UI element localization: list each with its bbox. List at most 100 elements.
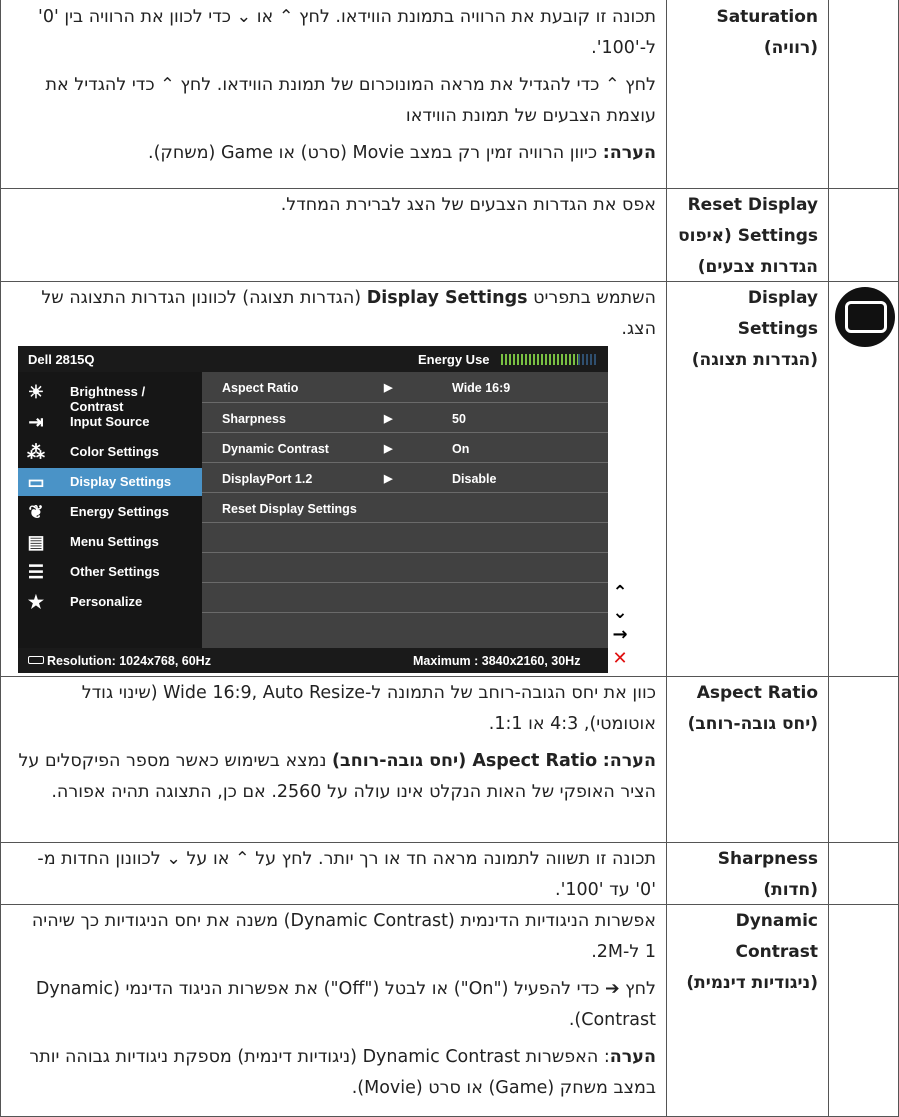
note-label: הערה: — [602, 751, 656, 771]
osd-menu-item[interactable]: ☰ Other Settings — [18, 558, 202, 586]
osd-option-row[interactable]: Dynamic Contrast ▶ On — [202, 432, 608, 463]
star-icon: ★ — [27, 592, 45, 612]
settings-table: Saturation (רוויה) תכונה זו קובעת את הרו… — [0, 0, 899, 1117]
osd-menu-item-label: Other Settings — [70, 564, 160, 579]
row-divider — [0, 842, 899, 843]
note-label: הערה: — [602, 143, 656, 163]
osd-option-value: On — [452, 442, 470, 456]
paragraph: לחץ ⌃ כדי להגדיל את מראה המונוכרום של תמ… — [45, 75, 656, 126]
intro-bold: Display Settings — [366, 288, 528, 308]
osd-menu-screenshot: Dell 2815Q Energy Use ☀ Brightness / Cont… — [18, 346, 608, 673]
osd-option-row[interactable]: Aspect Ratio ▶ Wide 16:9 — [202, 372, 608, 402]
paragraph: תכונה זו תשווה לתמונה מראה חד או רך יותר… — [37, 849, 656, 900]
submenu-arrow-icon: ▶ — [384, 413, 393, 425]
submenu-arrow-icon: ▶ — [384, 443, 393, 455]
row-divider — [0, 188, 899, 189]
setting-name-aspect-ratio: Aspect Ratio (יחס גובה-רוחב) — [668, 678, 826, 740]
paragraph: אפשרות הניגודיות הדינמית (Dynamic Contra… — [31, 911, 656, 962]
sliders-icon: ☰ — [27, 562, 45, 582]
nav-enter-icon[interactable]: → — [611, 625, 629, 645]
osd-menu-item-label: Menu Settings — [70, 534, 159, 549]
osd-option-value: 50 — [452, 412, 466, 426]
osd-option-row — [202, 552, 608, 583]
osd-menu-item[interactable]: ❦ Energy Settings — [18, 498, 202, 526]
osd-menu-item[interactable]: ★ Personalize — [18, 588, 202, 616]
osd-option-label: Dynamic Contrast — [222, 442, 329, 456]
osd-option-value: Disable — [452, 472, 497, 486]
nav-exit-icon[interactable]: ✕ — [611, 649, 629, 669]
note-bold: Aspect Ratio (יחס גובה-רוחב) — [332, 751, 598, 771]
setting-name-en: Saturation — [716, 7, 818, 27]
osd-menu-item[interactable]: ▤ Menu Settings — [18, 528, 202, 556]
note: הערה: כיוון הרוויה זמין רק במצב Movie (ס… — [18, 138, 656, 169]
osd-option-row — [202, 582, 608, 613]
osd-header: Dell 2815Q Energy Use — [18, 346, 608, 372]
setting-name-en: Reset Display — [687, 195, 818, 215]
osd-option-row[interactable]: DisplayPort 1.2 ▶ Disable — [202, 462, 608, 493]
setting-desc-sharpness: תכונה זו תשווה לתמונה מראה חד או רך יותר… — [2, 844, 664, 912]
osd-option-row[interactable]: Reset Display Settings — [202, 492, 608, 523]
paragraph: אפס את הגדרות הצבעים של הצג לברירת המחדל… — [280, 195, 656, 215]
menu-doc-icon: ▤ — [27, 532, 45, 552]
osd-submenu: Aspect Ratio ▶ Wide 16:9 Sharpness ▶ 50 Dynami… — [202, 372, 608, 648]
osd-menu-item[interactable]: ▭ Display Settings — [18, 468, 202, 496]
osd-model-name: Dell 2815Q — [28, 352, 95, 367]
nav-up-icon[interactable]: ⌃ — [611, 583, 629, 603]
connector-icon — [28, 656, 44, 664]
setting-name-en: Display Settings — [737, 288, 818, 339]
input-source-icon: ⇥ — [28, 412, 44, 432]
setting-name-he: (חדות) — [763, 880, 818, 900]
note-text: כיוון הרוויה זמין רק במצב Movie (סרט) או… — [148, 143, 598, 163]
setting-name-he: Settings (איפוס הגדרות צבעים) — [678, 226, 818, 277]
osd-resolution: Resolution: 1024x768, 60Hz — [28, 654, 211, 668]
paragraph: לחץ ➔ כדי להפעיל ("On") או לבטל ("Off") … — [35, 979, 656, 1030]
intro-text: השתמש בתפריט — [533, 288, 656, 308]
leaf-icon: ❦ — [28, 502, 44, 522]
osd-option-label: Aspect Ratio — [222, 381, 299, 395]
osd-menu-item[interactable]: ⁂ Color Settings — [18, 438, 202, 466]
osd-option-label: Reset Display Settings — [222, 502, 357, 516]
column-divider — [666, 0, 667, 1117]
table-border-left — [0, 0, 1, 1117]
note: הערה: Aspect Ratio (יחס גובה-רוחב) נמצא … — [18, 746, 656, 808]
energy-use-meter — [501, 354, 597, 365]
osd-menu-list: ☀ Brightness / Contrast ⇥ Input Source ⁂ Colo… — [18, 372, 202, 648]
osd-option-row[interactable]: Sharpness ▶ 50 — [202, 402, 608, 433]
osd-menu-item[interactable]: ☀ Brightness / Contrast — [18, 378, 202, 414]
osd-option-label: DisplayPort 1.2 — [222, 472, 313, 486]
note-label: הערה — [609, 1047, 656, 1067]
submenu-arrow-icon: ▶ — [384, 382, 393, 394]
setting-name-reset-display: Reset Display Settings (איפוס הגדרות צבע… — [668, 190, 826, 283]
column-divider — [828, 0, 829, 1117]
setting-name-en: Dynamic — [735, 911, 818, 931]
setting-name-display-settings: Display Settings (הגדרות תצוגה) — [668, 283, 826, 376]
color-dots-icon: ⁂ — [27, 442, 45, 462]
setting-name-he: Contrast (ניגודיות דינמית) — [686, 942, 818, 993]
osd-maximum-resolution: Maximum : 3840x2160, 30Hz — [413, 654, 581, 668]
osd-option-row — [202, 612, 608, 643]
setting-desc-dynamic-contrast: אפשרות הניגודיות הדינמית (Dynamic Contra… — [2, 906, 664, 1110]
setting-name-he: (יחס גובה-רוחב) — [687, 714, 818, 734]
osd-menu-item-label: Personalize — [70, 594, 143, 609]
paragraph: כוון את יחס הגובה-רוחב של התמונה ל-Wide … — [81, 683, 656, 734]
setting-desc-display-settings: השתמש בתפריט Display Settings (הגדרות תצ… — [2, 283, 664, 351]
monitor-icon: ▭ — [27, 472, 45, 492]
setting-name-saturation: Saturation (רוויה) — [668, 2, 826, 64]
setting-name-sharpness: Sharpness (חדות) — [668, 844, 826, 906]
osd-menu-item-label: Input Source — [70, 414, 150, 429]
nav-down-icon[interactable]: ⌄ — [611, 603, 629, 623]
sun-icon: ☀ — [27, 382, 45, 402]
setting-desc-aspect-ratio: כוון את יחס הגובה-רוחב של התמונה ל-Wide … — [2, 678, 664, 814]
setting-name-en: Sharpness — [717, 849, 818, 869]
setting-desc-saturation: תכונה זו קובעת את הרוויה בתמונת הווידאו.… — [2, 2, 664, 175]
osd-energy-label: Energy Use — [418, 352, 490, 367]
setting-desc-reset-display: אפס את הגדרות הצבעים של הצג לברירת המחדל… — [2, 190, 664, 227]
osd-option-row — [202, 522, 608, 553]
osd-menu-item[interactable]: ⇥ Input Source — [18, 408, 202, 436]
note: הערה: האפשרות Dynamic Contrast (ניגודיות… — [18, 1042, 656, 1104]
osd-footer: Resolution: 1024x768, 60Hz Maximum : 384… — [18, 648, 608, 673]
display-settings-monitor-icon — [835, 287, 895, 347]
setting-name-he: (רוויה) — [763, 38, 818, 58]
setting-name-he: (הגדרות תצוגה) — [691, 350, 818, 370]
osd-option-value: Wide 16:9 — [452, 381, 511, 395]
